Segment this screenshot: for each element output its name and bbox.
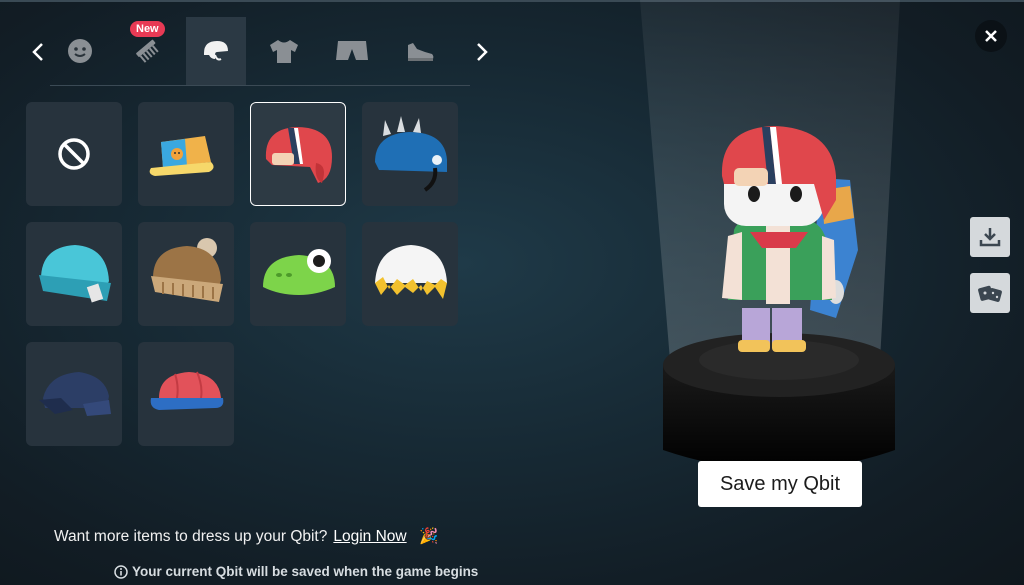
item-navy-beret[interactable] [26,342,122,446]
frog-hat-icon [263,249,335,295]
category-tabs: New [50,17,470,86]
item-frog-hat[interactable] [250,222,346,326]
item-brown-beanie[interactable] [138,222,234,326]
helmet-icon [204,41,228,61]
spiked-helmet-icon [375,116,447,192]
login-prompt-text: Want more items to dress up your Qbit? [54,528,328,545]
shorts-icon [336,41,368,60]
navy-beret-icon [39,372,111,416]
item-none[interactable] [26,102,122,206]
teal-beanie-icon [39,245,111,303]
tab-tops[interactable] [254,17,314,85]
red-helmet-icon [265,127,332,183]
no-item-icon [58,138,90,170]
save-note-text: Your current Qbit will be saved when the… [132,564,479,579]
close-button[interactable] [975,20,1007,52]
download-icon [979,228,1001,247]
party-popper-icon: 🎉 [418,528,439,545]
save-note: Your current Qbit will be saved when the… [114,564,478,579]
smiley-cap-icon [149,136,214,176]
item-red-helmet[interactable] [250,102,346,206]
new-badge: New [130,21,165,37]
download-button[interactable] [970,217,1010,257]
shirt-icon [270,40,298,63]
prev-arrow[interactable] [28,38,48,66]
tab-bottoms[interactable] [322,17,382,85]
close-icon [985,30,997,42]
item-red-cap[interactable] [138,342,234,446]
tab-face[interactable] [50,17,110,85]
red-cap-icon [150,371,224,410]
login-now-link[interactable]: Login Now [333,528,406,545]
tab-shoes[interactable] [390,17,450,85]
pedestal [663,333,895,470]
sneaker-icon [408,43,434,61]
tab-headwear[interactable] [186,17,246,85]
snow-cap-icon [375,245,447,299]
item-smiley-cap[interactable] [138,102,234,206]
brown-beanie-icon [151,238,223,302]
face-icon [68,39,92,63]
character-stage [640,0,900,470]
next-arrow[interactable] [472,38,492,66]
item-snow-cap[interactable] [362,222,458,326]
item-teal-beanie[interactable] [26,222,122,326]
item-spiked-helmet[interactable] [362,102,458,206]
comb-icon [136,39,159,63]
randomize-button[interactable] [970,273,1010,313]
login-prompt: Want more items to dress up your Qbit? Lo… [54,527,438,546]
dice-icon [978,285,1002,302]
save-qbit-button[interactable]: Save my Qbit [698,461,862,507]
info-icon [114,564,128,579]
